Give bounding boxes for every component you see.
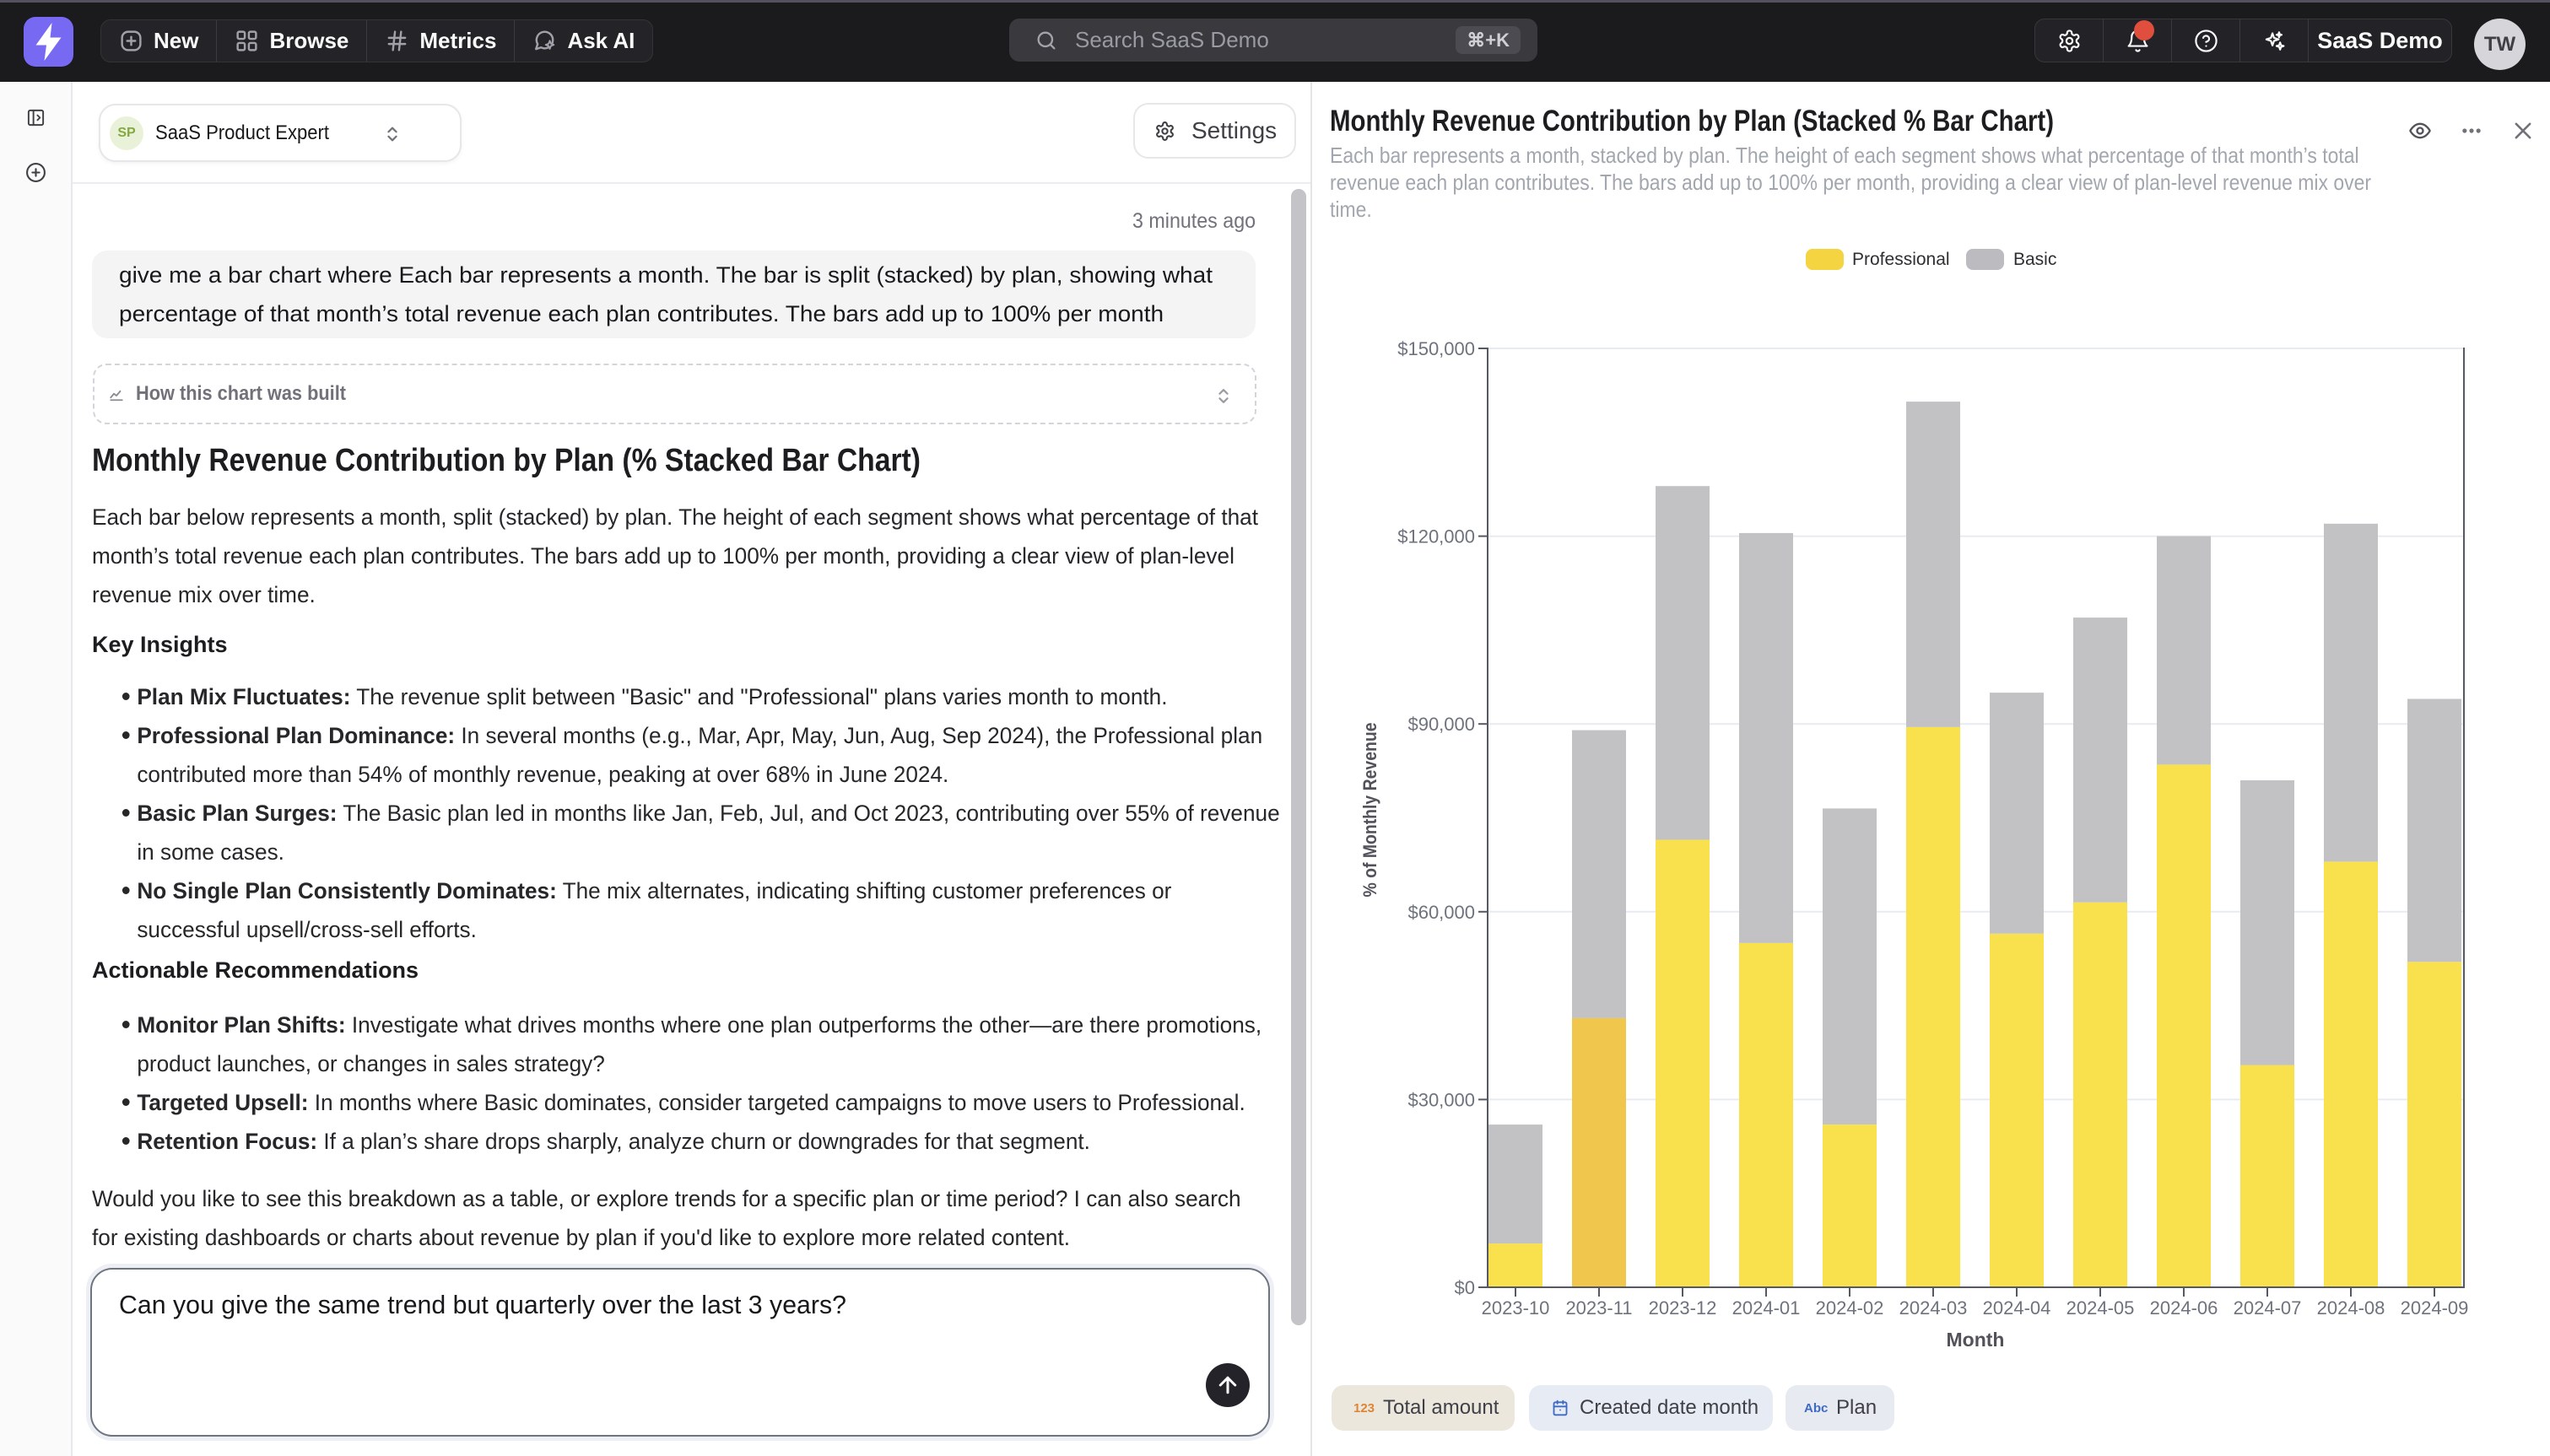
- svg-text:$90,000: $90,000: [1407, 714, 1475, 735]
- svg-text:2023-11: 2023-11: [1565, 1297, 1632, 1318]
- svg-text:$30,000: $30,000: [1407, 1089, 1475, 1110]
- svg-text:2024-04: 2024-04: [1983, 1297, 2051, 1318]
- svg-text:2024-06: 2024-06: [2150, 1297, 2218, 1318]
- svg-text:2024-09: 2024-09: [2401, 1297, 2469, 1318]
- svg-text:2024-01: 2024-01: [1732, 1297, 1801, 1318]
- svg-text:2024-03: 2024-03: [1899, 1297, 1968, 1318]
- svg-text:2023-10: 2023-10: [1482, 1297, 1550, 1318]
- svg-text:$60,000: $60,000: [1407, 902, 1475, 923]
- svg-text:2024-08: 2024-08: [2317, 1297, 2385, 1318]
- svg-text:% of Monthly Revenue: % of Monthly Revenue: [1359, 723, 1380, 898]
- svg-text:Month: Month: [1947, 1329, 2005, 1351]
- svg-text:$0: $0: [1455, 1277, 1475, 1298]
- svg-text:$120,000: $120,000: [1397, 526, 1475, 547]
- svg-text:2023-12: 2023-12: [1649, 1297, 1717, 1318]
- svg-text:$150,000: $150,000: [1397, 338, 1475, 359]
- svg-text:2024-05: 2024-05: [2066, 1297, 2135, 1318]
- svg-text:2024-07: 2024-07: [2234, 1297, 2302, 1318]
- svg-text:2024-02: 2024-02: [1816, 1297, 1884, 1318]
